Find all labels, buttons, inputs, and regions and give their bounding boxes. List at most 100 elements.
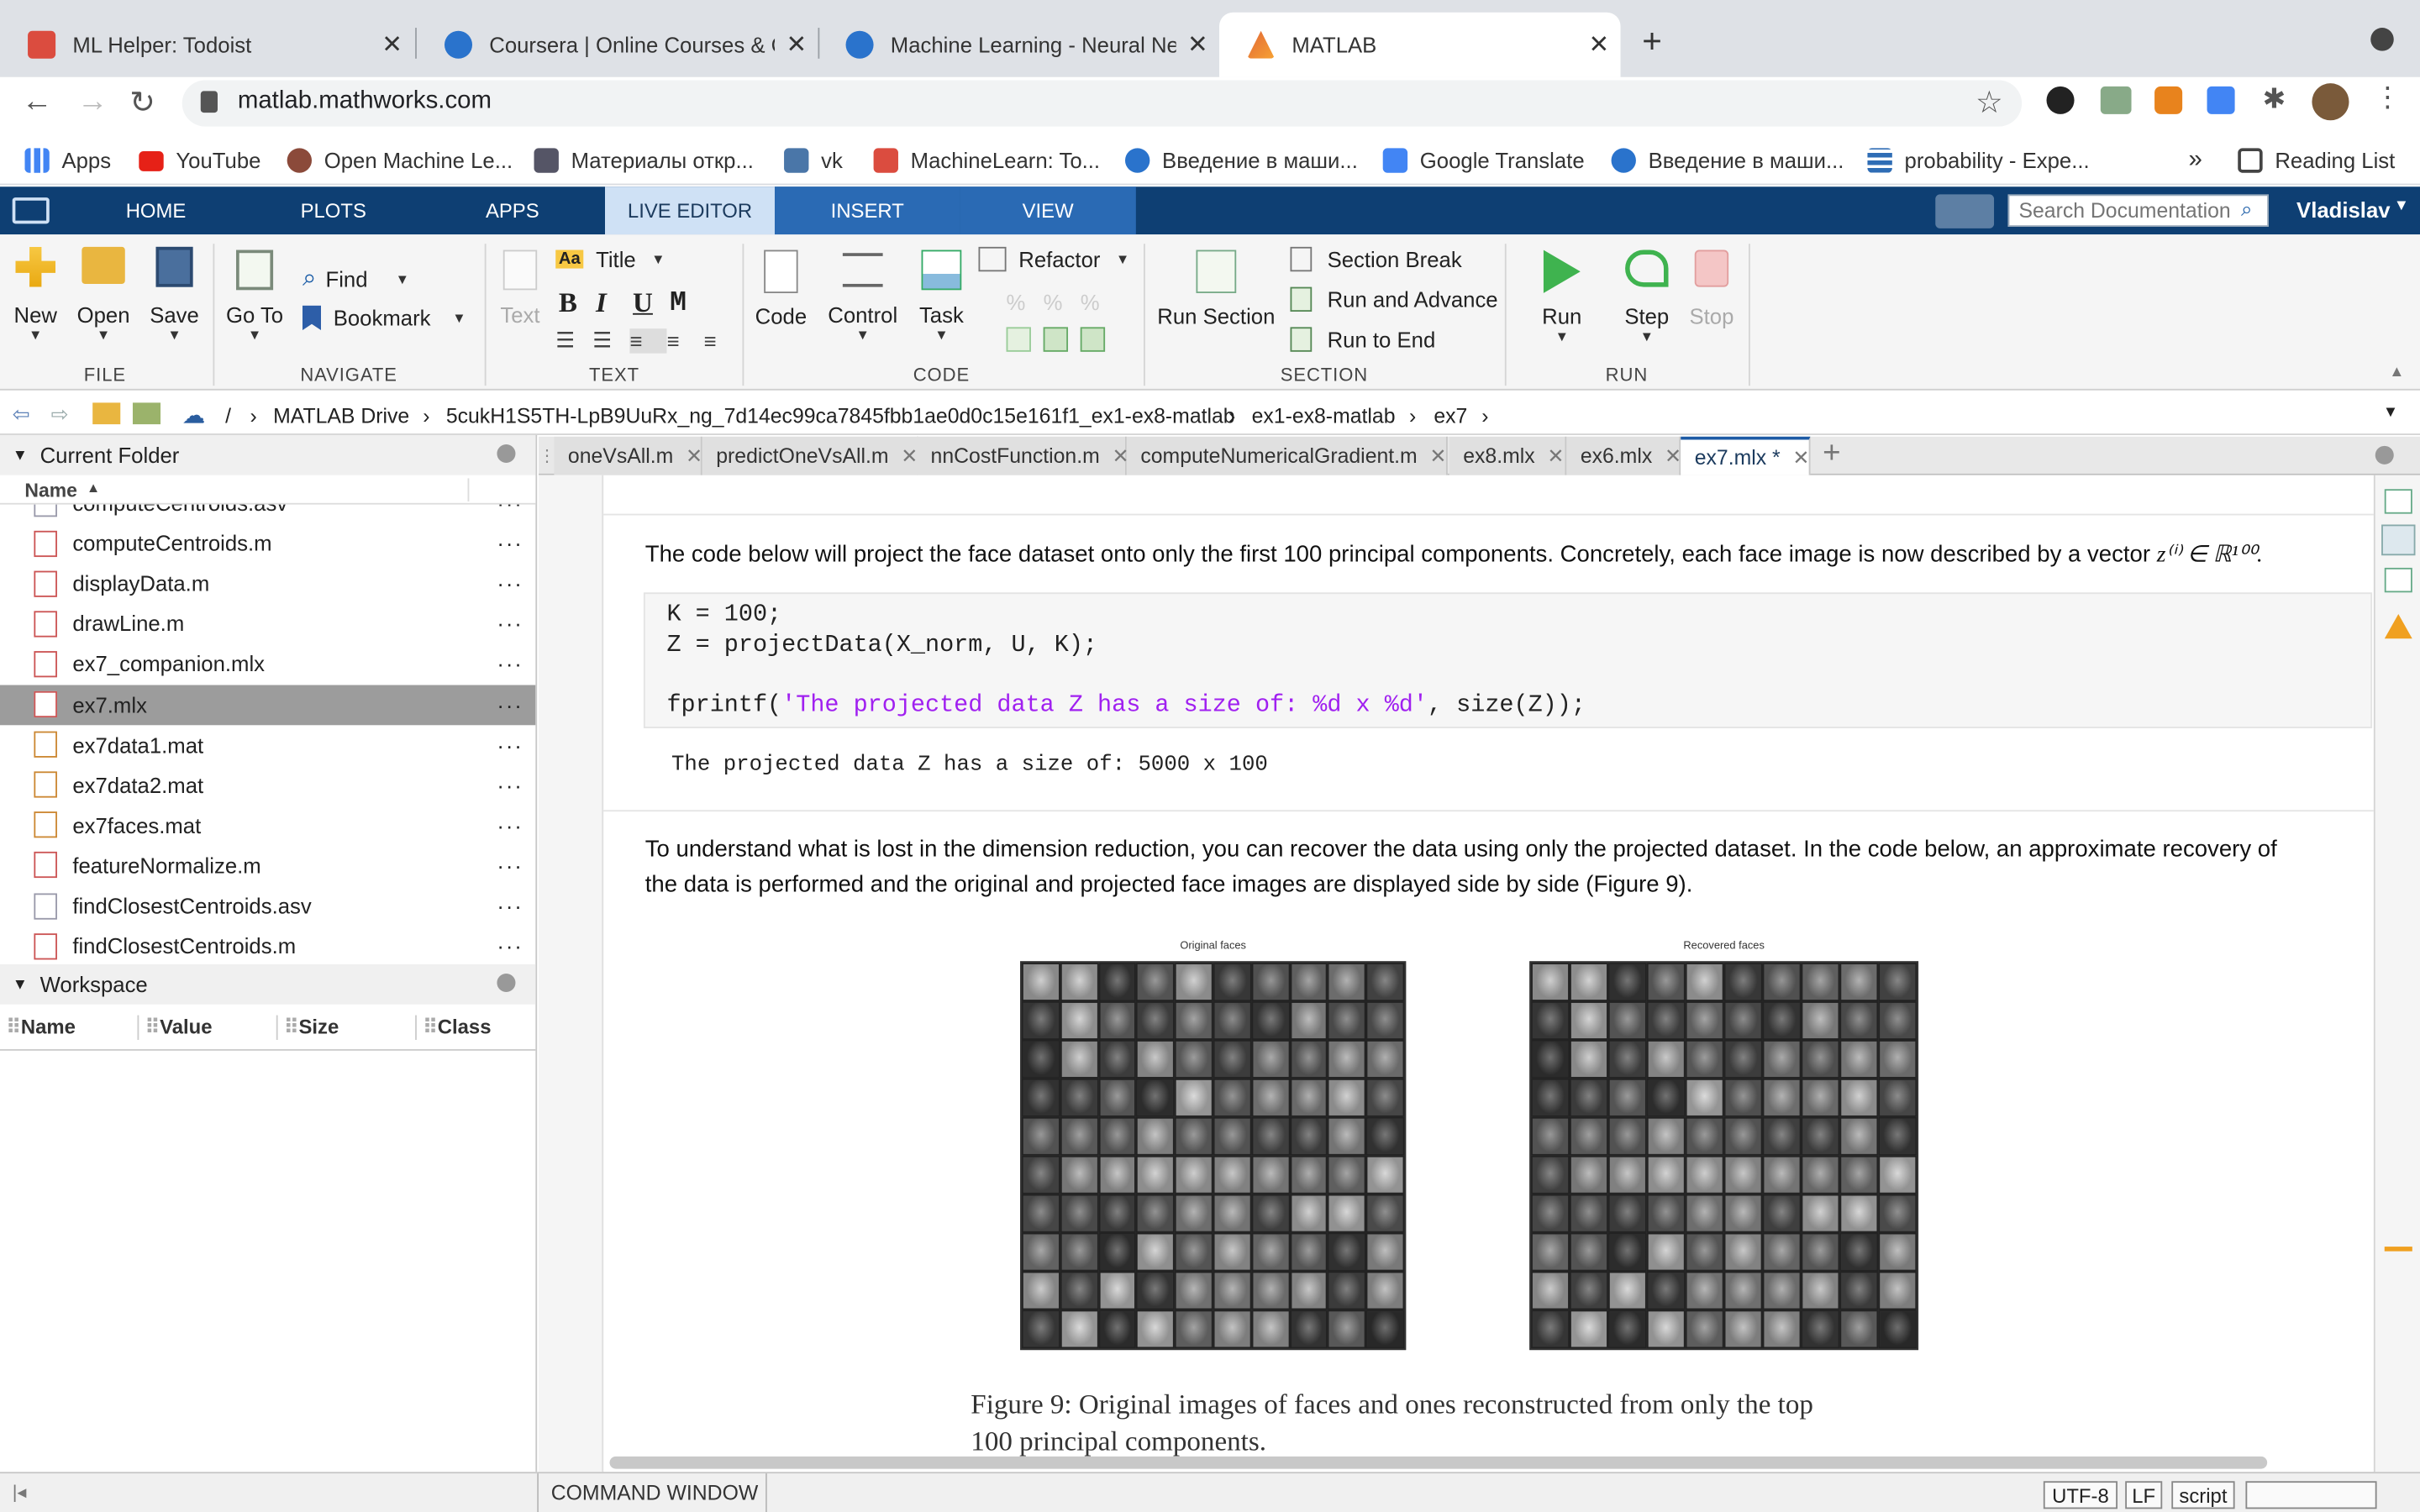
browser-menu-icon[interactable]: ⋮	[2374, 81, 2402, 114]
close-tab-icon[interactable]: ✕	[371, 29, 413, 60]
collapse-icon[interactable]: ▼	[13, 447, 28, 464]
workspace-header[interactable]: ▼ Workspace	[0, 963, 536, 1005]
reload-icon[interactable]: ↻	[129, 83, 155, 122]
align-left-icon[interactable]: ≡	[629, 328, 667, 353]
tab-insert[interactable]: INSERT	[775, 186, 960, 235]
bookmark-google-translate[interactable]: Google Translate	[1382, 144, 1585, 177]
text-button[interactable]: Text	[494, 249, 546, 327]
extension-js-icon[interactable]	[2100, 86, 2132, 114]
path-ex1-ex8[interactable]: ex1-ex8-matlab	[1252, 404, 1396, 428]
bookmark-intro-ml-1[interactable]: Введение в маши...	[1124, 144, 1358, 177]
file-row[interactable]: findClosestCentroids.m ···	[0, 926, 535, 964]
metamask-icon[interactable]	[2154, 86, 2183, 114]
extension-w-icon[interactable]	[2046, 86, 2075, 114]
bold-button[interactable]: B	[559, 287, 596, 320]
code-line[interactable]: Z = projectData(X_norm, U, K);	[666, 630, 2349, 660]
address-bar[interactable]: matlab.mathworks.com ☆	[182, 80, 2023, 127]
tab-live-editor[interactable]: LIVE EDITOR	[605, 186, 776, 235]
numbered-list-icon[interactable]: ☰	[592, 327, 629, 353]
tab-apps[interactable]: APPS	[450, 186, 574, 234]
browse-folder-icon[interactable]	[132, 402, 161, 425]
task-button[interactable]: Task ▼	[911, 249, 972, 343]
run-button[interactable]: Run ▼	[1531, 249, 1592, 344]
file-actions-button[interactable]: ···	[497, 732, 523, 757]
run-and-advance-button[interactable]: Run and Advance	[1290, 286, 1498, 312]
url-text[interactable]: matlab.mathworks.com	[238, 88, 492, 116]
code-line-empty[interactable]	[666, 660, 2349, 690]
title-style-dropdown[interactable]: Aa Title ▼	[555, 247, 665, 271]
close-tab-icon[interactable]: ✕	[775, 29, 818, 60]
code-line[interactable]: K = 100;	[666, 600, 2349, 630]
extensions-puzzle-icon[interactable]: ✱	[2263, 83, 2286, 116]
back-folder-icon[interactable]: ⇦	[13, 402, 30, 427]
bookmark-materials[interactable]: Материалы откр...	[534, 144, 754, 177]
bookmark-button[interactable]: Bookmark ▼	[302, 305, 466, 331]
decrease-indent-icon[interactable]	[1080, 327, 1106, 352]
file-actions-button[interactable]: ···	[497, 813, 523, 837]
panel-options-icon[interactable]	[497, 444, 516, 464]
encoding-status[interactable]: UTF-8	[2043, 1481, 2118, 1509]
code-button[interactable]: Code	[750, 249, 812, 328]
file-row[interactable]: featureNormalize.m ···	[0, 845, 535, 885]
editor-tab[interactable]: ex6.mlx ✕	[1566, 436, 1681, 475]
warning-marker[interactable]	[2384, 1247, 2412, 1252]
name-column-header[interactable]: Name ▲	[0, 475, 536, 505]
workspace-col-name[interactable]: ⠿Name	[6, 1015, 139, 1040]
bullet-list-icon[interactable]: ☰	[555, 327, 592, 353]
file-actions-button[interactable]: ···	[497, 652, 523, 676]
command-window-tab[interactable]: COMMAND WINDOW	[551, 1481, 759, 1504]
align-right-icon[interactable]: ≡	[704, 328, 741, 352]
bookmark-machinelearn[interactable]: MachineLearn: To...	[873, 144, 1100, 177]
hide-code-icon[interactable]	[2384, 567, 2412, 593]
underline-button[interactable]: U	[633, 287, 670, 320]
collapse-toolstrip-icon[interactable]: ▲	[2389, 364, 2404, 381]
bookmark-apps[interactable]: Apps	[24, 144, 111, 177]
search-documentation-input[interactable]	[2007, 194, 2269, 227]
browser-tab[interactable]: Coursera | Online Courses & Cre ✕	[417, 13, 818, 77]
path-ex7[interactable]: ex7	[1434, 404, 1467, 428]
panel-options-icon[interactable]	[497, 973, 516, 993]
file-actions-button[interactable]: ···	[497, 692, 523, 717]
code-block[interactable]: K = 100; Z = projectData(X_norm, U, K); …	[643, 592, 2373, 728]
code-line[interactable]: fprintf('The projected data Z has a size…	[666, 690, 2349, 721]
file-actions-button[interactable]: ···	[497, 531, 523, 555]
editor-options-icon[interactable]	[2375, 445, 2394, 465]
run-to-end-button[interactable]: Run to End	[1290, 327, 1435, 352]
file-actions-button[interactable]: ···	[497, 773, 523, 797]
open-button[interactable]: Open ▼	[74, 246, 133, 343]
horizontal-scrollbar[interactable]	[609, 1456, 2268, 1469]
tab-home[interactable]: HOME	[96, 186, 216, 234]
workspace-col-size[interactable]: ⠿Size	[284, 1015, 417, 1040]
file-row[interactable]: ex7data1.mat ···	[0, 725, 535, 765]
wrap-comment-icon[interactable]: %	[1081, 290, 1118, 314]
line-ending-status[interactable]: LF	[2125, 1481, 2163, 1509]
workspace-col-class[interactable]: ⠿Class	[423, 1016, 531, 1040]
file-row[interactable]: computeCentroids.asv ···	[0, 504, 535, 523]
align-center-icon[interactable]: ≡	[666, 328, 703, 352]
bookmarks-overflow[interactable]: »	[2188, 144, 2202, 177]
forward-icon[interactable]: →	[77, 85, 108, 120]
tab-plots[interactable]: PLOTS	[271, 186, 395, 234]
close-tab-icon[interactable]: ✕	[1547, 444, 1564, 468]
close-tab-icon[interactable]: ✕	[686, 444, 702, 468]
file-actions-button[interactable]: ···	[497, 933, 523, 958]
cloud-drive-icon[interactable]: ☁	[182, 402, 206, 428]
file-actions-button[interactable]: ···	[497, 505, 523, 516]
path-dropdown-icon[interactable]: ▼	[2383, 404, 2398, 421]
forward-folder-icon[interactable]: ⇨	[51, 402, 69, 427]
file-actions-button[interactable]: ···	[497, 571, 523, 596]
workspace-col-value[interactable]: ⠿Value	[145, 1015, 278, 1040]
search-icon[interactable]: ⌕	[2241, 197, 2252, 222]
bookmark-intro-ml-2[interactable]: Введение в маши...	[1611, 144, 1844, 177]
indent-icon[interactable]	[1006, 327, 1031, 352]
editor-tab[interactable]: nnCostFunction.m ✕	[917, 436, 1129, 475]
file-actions-button[interactable]: ···	[497, 893, 523, 917]
paragraph-projection[interactable]: The code below will project the face dat…	[645, 537, 2359, 574]
tab-search-icon[interactable]	[2370, 28, 2394, 51]
tab-scroll-icon[interactable]: ⋮	[539, 446, 555, 468]
bookmark-star-icon[interactable]: ☆	[1975, 83, 2003, 122]
goto-button[interactable]: Go To ▼	[222, 249, 287, 343]
bookmark-probability[interactable]: probability - Expe...	[1867, 144, 2090, 177]
file-row[interactable]: computeCentroids.m ···	[0, 523, 535, 564]
file-row[interactable]: ex7faces.mat ···	[0, 805, 535, 845]
